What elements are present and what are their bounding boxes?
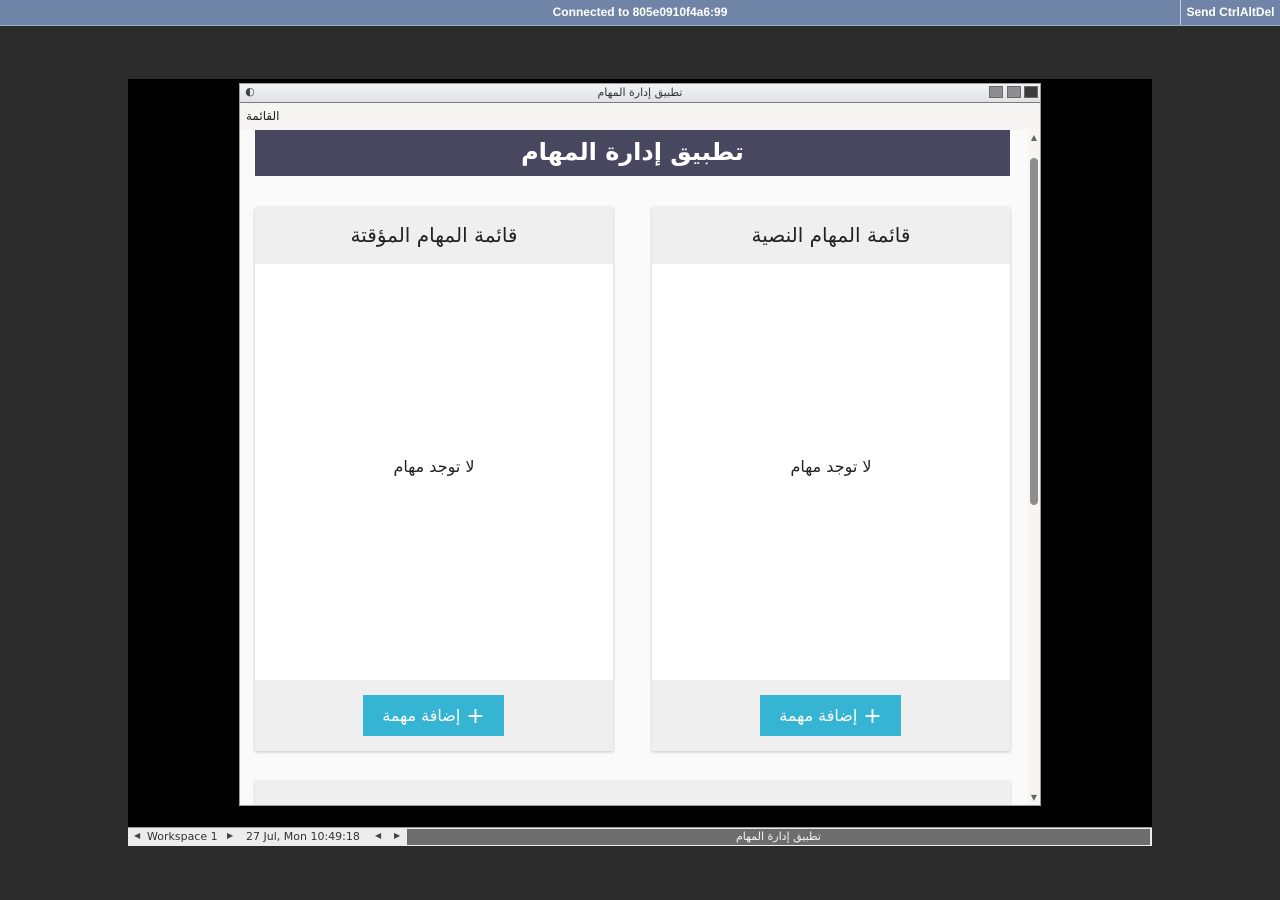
task-prev-icon[interactable]: ◀ [375, 831, 381, 840]
scrollbar-thumb[interactable] [1030, 158, 1038, 505]
next-section-card [255, 781, 1010, 805]
minimize-button[interactable] [989, 86, 1003, 98]
workspace-prev-icon[interactable]: ◀ [134, 831, 140, 840]
plus-icon: + [466, 704, 485, 729]
list-title: قائمة المهام المؤقتة [255, 207, 613, 264]
add-task-button[interactable]: + إضافة مهمة [760, 695, 901, 736]
vertical-scrollbar[interactable]: ▲ ▼ [1028, 130, 1040, 805]
empty-state: لا توجد مهام [790, 457, 872, 476]
vnc-toolbar: Connected to 805e0910f4a6:99 Send CtrlAl… [0, 0, 1280, 26]
add-task-label: إضافة مهمة [382, 706, 461, 725]
list-title: قائمة المهام النصية [652, 207, 1010, 264]
plus-icon: + [863, 704, 882, 729]
close-button[interactable] [1024, 86, 1038, 98]
app-window: ◐ تطبيق إدارة المهام القائمة تطبيق إدارة… [239, 83, 1041, 806]
temporary-task-list: قائمة المهام المؤقتة لا توجد مهام + إضافة… [255, 207, 613, 751]
remote-screen: ◐ تطبيق إدارة المهام القائمة تطبيق إدارة… [128, 79, 1152, 846]
list-body: لا توجد مهام [255, 264, 613, 680]
workspace-next-icon[interactable]: ▶ [227, 831, 233, 840]
text-task-list: قائمة المهام النصية لا توجد مهام + إضافة … [652, 207, 1010, 751]
add-task-label: إضافة مهمة [779, 706, 858, 725]
taskbar-window-button[interactable]: تطبيق إدارة المهام [407, 829, 1150, 845]
list-body: لا توجد مهام [652, 264, 1010, 680]
task-next-icon[interactable]: ▶ [394, 831, 400, 840]
app-content: تطبيق إدارة المهام قائمة المهام المؤقتة … [240, 130, 1028, 805]
scroll-up-arrow-icon[interactable]: ▲ [1028, 132, 1040, 144]
list-footer: + إضافة مهمة [255, 680, 613, 751]
maximize-button[interactable] [1007, 86, 1021, 98]
workspace-label[interactable]: Workspace 1 [147, 830, 218, 843]
list-footer: + إضافة مهمة [652, 680, 1010, 751]
scroll-down-arrow-icon[interactable]: ▼ [1028, 792, 1040, 804]
taskbar: ◀ Workspace 1 ▶ 27 Jul, Mon 10:49:18 ◀ ▶… [128, 827, 1152, 846]
add-task-button[interactable]: + إضافة مهمة [363, 695, 504, 736]
window-title: تطبيق إدارة المهام [597, 86, 683, 99]
connection-status: Connected to 805e0910f4a6:99 [552, 5, 728, 19]
clock: 27 Jul, Mon 10:49:18 [246, 830, 360, 843]
menu-main[interactable]: القائمة [246, 109, 279, 123]
page-title: تطبيق إدارة المهام [255, 130, 1010, 176]
window-titlebar[interactable]: ◐ تطبيق إدارة المهام [240, 84, 1040, 103]
send-ctrl-alt-del-button[interactable]: Send CtrlAltDel [1180, 0, 1280, 25]
empty-state: لا توجد مهام [393, 457, 475, 476]
menubar: القائمة [240, 103, 1040, 130]
